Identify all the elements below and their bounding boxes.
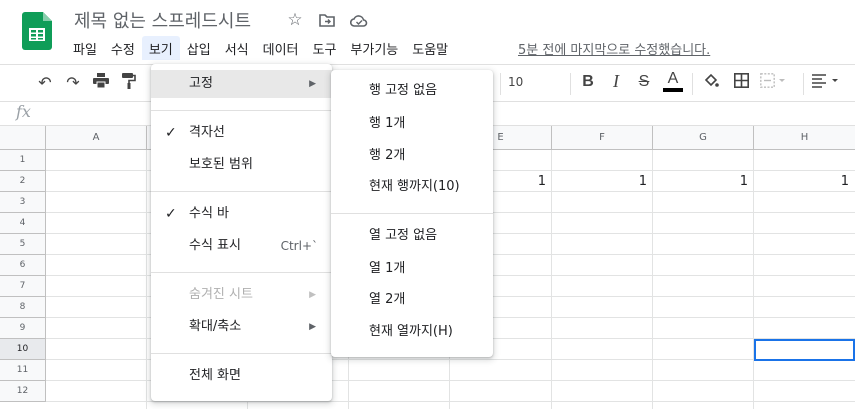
- submenu-item-up-to-current-column[interactable]: 현재 열까지(H): [331, 318, 493, 346]
- row-header[interactable]: 8: [0, 297, 46, 318]
- fx-label: fx: [16, 102, 31, 121]
- menu-item-label: 수식 표시: [189, 238, 241, 253]
- submenu-item-1-column[interactable]: 열 1개: [331, 255, 493, 283]
- font-size-field[interactable]: 10: [508, 75, 538, 89]
- submenu-item-up-to-current-row[interactable]: 현재 행까지(10): [331, 173, 493, 201]
- menu-view[interactable]: 보기: [141, 36, 180, 60]
- cloud-status-icon[interactable]: [348, 9, 370, 31]
- menu-tools[interactable]: 도구: [306, 36, 344, 60]
- checkmark-icon: ✓: [165, 125, 177, 141]
- menu-insert[interactable]: 삽입: [180, 36, 218, 60]
- document-title[interactable]: 제목 없는 스프레드시트: [74, 7, 251, 33]
- menu-item-zoom[interactable]: 확대/축소 ▶: [151, 313, 332, 341]
- row-header[interactable]: 1: [0, 150, 46, 171]
- undo-icon[interactable]: ↶: [34, 73, 56, 92]
- submenu-arrow-icon: ▶: [309, 79, 316, 89]
- merge-cells-icon[interactable]: [760, 73, 785, 92]
- menu-item-protected-ranges[interactable]: 보호된 범위: [151, 151, 332, 179]
- row-header[interactable]: 12: [0, 381, 46, 402]
- menu-item-label: 격자선: [189, 125, 225, 140]
- star-icon[interactable]: ☆: [284, 9, 306, 31]
- redo-icon[interactable]: ↷: [62, 73, 84, 92]
- submenu-arrow-icon: ▶: [309, 322, 316, 332]
- column-header[interactable]: A: [46, 126, 147, 150]
- menu-data[interactable]: 데이터: [256, 36, 306, 60]
- column-header[interactable]: G: [653, 126, 754, 150]
- menu-addons[interactable]: 부가기능: [343, 36, 405, 60]
- column-header[interactable]: F: [552, 126, 653, 150]
- app-header: 제목 없는 스프레드시트 ☆ 파일 수정 보기 삽입 서식 데이터 도구 부가기…: [0, 0, 855, 64]
- menu-item-label: 전체 화면: [189, 368, 241, 383]
- menu-bar: 파일 수정 보기 삽입 서식 데이터 도구 부가기능 도움말: [66, 36, 455, 60]
- row-header[interactable]: 7: [0, 276, 46, 297]
- fill-color-icon[interactable]: [700, 73, 722, 93]
- row-header[interactable]: 2: [0, 171, 46, 192]
- italic-icon[interactable]: I: [605, 71, 627, 92]
- submenu-item-no-rows[interactable]: 행 고정 없음: [331, 77, 493, 105]
- last-edit-link[interactable]: 5분 전에 마지막으로 수정했습니다.: [518, 39, 710, 58]
- menu-item-label: 보호된 범위: [189, 157, 253, 172]
- menu-item-label: 숨겨진 시트: [189, 287, 253, 302]
- row-header-selected[interactable]: 10: [0, 339, 46, 360]
- row-header[interactable]: 5: [0, 234, 46, 255]
- submenu-item-2-columns[interactable]: 열 2개: [331, 286, 493, 314]
- row-header[interactable]: 9: [0, 318, 46, 339]
- menu-format[interactable]: 서식: [218, 36, 256, 60]
- submenu-arrow-icon: ▶: [309, 290, 316, 300]
- paint-format-icon[interactable]: [118, 73, 140, 93]
- horizontal-align-icon[interactable]: [812, 73, 838, 92]
- submenu-item-2-rows[interactable]: 행 2개: [331, 142, 493, 170]
- move-to-folder-icon[interactable]: [316, 9, 338, 31]
- menu-item-freeze[interactable]: 고정 ▶: [151, 70, 332, 98]
- menu-help[interactable]: 도움말: [405, 36, 455, 60]
- row-header[interactable]: 4: [0, 213, 46, 234]
- menu-file[interactable]: 파일: [66, 36, 104, 60]
- view-menu-dropdown: 고정 ▶ ✓ 격자선 보호된 범위 ✓ 수식 바 수식 표시 Ctrl+` 숨겨…: [151, 64, 332, 401]
- text-color-icon[interactable]: A: [662, 70, 684, 92]
- google-sheets-logo-icon[interactable]: [22, 12, 52, 50]
- print-icon[interactable]: [90, 73, 112, 92]
- cell-g2[interactable]: 1: [653, 171, 754, 192]
- select-all-corner[interactable]: [0, 126, 46, 150]
- menu-item-formula-bar[interactable]: ✓ 수식 바: [151, 200, 332, 228]
- menu-item-full-screen[interactable]: 전체 화면: [151, 362, 332, 390]
- cell-f2[interactable]: 1: [552, 171, 653, 192]
- freeze-submenu: 행 고정 없음 행 1개 행 2개 현재 행까지(10) 열 고정 없음 열 1…: [331, 70, 493, 357]
- row-header[interactable]: 6: [0, 255, 46, 276]
- menu-item-gridlines[interactable]: ✓ 격자선: [151, 119, 332, 147]
- bold-icon[interactable]: B: [577, 73, 599, 91]
- menu-item-hidden-sheets: 숨겨진 시트 ▶: [151, 281, 332, 309]
- menu-item-label: 고정: [189, 76, 213, 91]
- checkmark-icon: ✓: [165, 206, 177, 222]
- menu-item-label: 수식 바: [189, 206, 230, 221]
- cell-h2[interactable]: 1: [754, 171, 855, 192]
- selected-cell-h10[interactable]: [754, 339, 855, 361]
- submenu-item-1-row[interactable]: 행 1개: [331, 110, 493, 138]
- borders-icon[interactable]: [730, 73, 752, 92]
- row-header[interactable]: 3: [0, 192, 46, 213]
- strikethrough-icon[interactable]: S: [633, 73, 655, 91]
- shortcut-label: Ctrl+`: [280, 239, 318, 253]
- menu-edit[interactable]: 수정: [104, 36, 142, 60]
- row-header[interactable]: 11: [0, 360, 46, 381]
- menu-item-show-formulas[interactable]: 수식 표시 Ctrl+`: [151, 232, 332, 260]
- column-header[interactable]: H: [754, 126, 855, 150]
- menu-item-label: 확대/축소: [189, 319, 242, 334]
- submenu-item-no-columns[interactable]: 열 고정 없음: [331, 222, 493, 250]
